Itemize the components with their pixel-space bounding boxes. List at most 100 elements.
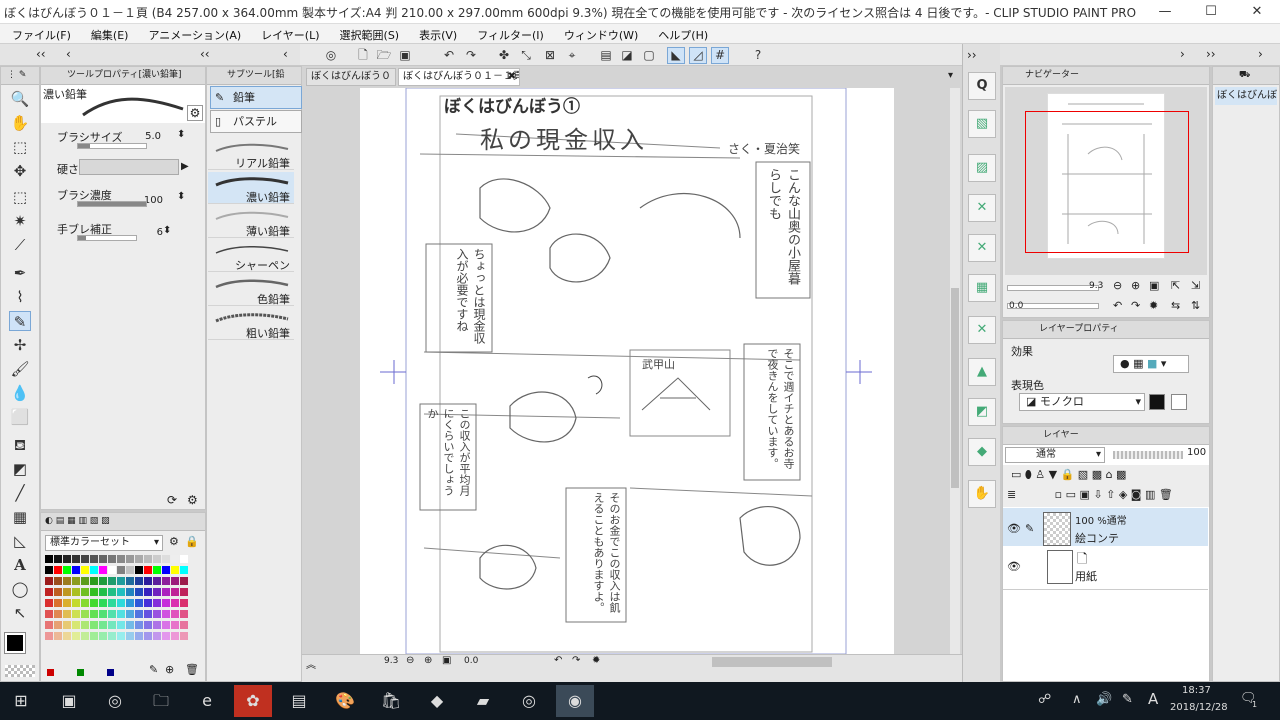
tray-chevron-icon[interactable]: ∧ [1072, 692, 1082, 707]
material-panel-icon-5[interactable]: ▦ [968, 274, 996, 302]
color-set-lock-icon[interactable]: 🔒 [185, 535, 199, 548]
save-icon[interactable]: ▣ [396, 47, 414, 64]
color-swatch[interactable] [171, 577, 179, 585]
rotate-left-icon[interactable]: ↶ [554, 655, 562, 666]
balloon-icon[interactable]: ◯ [9, 579, 31, 599]
color-swatch[interactable] [162, 621, 170, 629]
canvas-tab-1[interactable]: ぼくはびんぼう０１－１頁 ✖ [398, 68, 520, 86]
tool-settings-icon[interactable]: ⚙ [187, 493, 198, 507]
color-swatch[interactable] [81, 577, 89, 585]
material-panel-icon-8[interactable]: ◩ [968, 398, 996, 426]
selection-icon[interactable]: ⬚ [9, 187, 31, 207]
menu-animation[interactable]: アニメーション(A) [148, 24, 241, 43]
material-panel-icon-2[interactable]: ▨ [968, 154, 996, 182]
auto-select-icon[interactable]: ✷ [9, 211, 31, 231]
color-set-select[interactable]: 標準カラーセット ▾ [45, 535, 163, 551]
color-swatch[interactable] [54, 588, 62, 596]
store-icon[interactable]: 🛍 [372, 685, 410, 717]
snap-grid-icon[interactable]: # [711, 47, 729, 64]
transform-icon[interactable]: ⤡ [517, 47, 535, 64]
layer-tab[interactable]: レイヤー [1003, 427, 1209, 445]
color-swatch[interactable] [180, 555, 188, 563]
app-icon-7[interactable]: ◆ [418, 685, 456, 717]
layer-actions-toolbar[interactable]: ≣ ▫ ▭ ▣ ⇩ ⇧ ◈ ◙ ▥ 🗑 [1003, 485, 1209, 507]
color-swatch[interactable] [135, 555, 143, 563]
color-swatch[interactable] [180, 577, 188, 585]
tool-property-tab[interactable]: ツールプロパティ[濃い鉛筆] [41, 67, 205, 85]
brush-real-pencil[interactable]: リアル鉛筆 [208, 138, 294, 170]
app-icon-4[interactable]: ▤ [280, 685, 318, 717]
airbrush-icon[interactable]: ✢ [9, 335, 31, 355]
correct-line-icon[interactable]: ↖ [9, 603, 31, 623]
color-swatch[interactable] [54, 566, 62, 574]
color-swatch[interactable] [54, 632, 62, 640]
hardness-expand-icon[interactable]: ▶ [181, 161, 189, 172]
windows-start-icon[interactable]: ⊞ [2, 685, 40, 717]
color-swatch[interactable] [45, 588, 53, 596]
deselect-icon[interactable]: ⊠ [541, 47, 559, 64]
snap-ruler-icon[interactable]: ◣ [667, 47, 685, 64]
text-icon[interactable]: A [9, 555, 31, 575]
color-swatch[interactable] [81, 610, 89, 618]
color-swatch[interactable] [72, 555, 80, 563]
color-swatch[interactable] [81, 599, 89, 607]
color-swatch[interactable] [45, 599, 53, 607]
zoom-in-icon[interactable]: ⊕ [424, 655, 432, 666]
fit-view-icon[interactable]: ▣ [442, 655, 451, 666]
color-swatch[interactable] [117, 577, 125, 585]
color-swatch[interactable] [126, 632, 134, 640]
navigator-tab[interactable]: ナビゲーター [1003, 67, 1209, 85]
tab-list-icon[interactable]: ▾ [948, 70, 953, 81]
color-swatch[interactable] [63, 599, 71, 607]
subtool-group-pencil[interactable]: ✎ 鉛筆 [210, 86, 302, 109]
color-swatch[interactable] [90, 599, 98, 607]
brush-mechanical-pencil[interactable]: シャーペン [208, 240, 294, 272]
app-icon-red[interactable]: ✿ [234, 685, 272, 717]
expand-right-icon-3[interactable]: › [1258, 47, 1263, 61]
layer-row-paper[interactable]: 👁 🗋 用紙 [1003, 546, 1208, 590]
color-swatch[interactable] [144, 610, 152, 618]
app-icon-2[interactable]: ◎ [96, 685, 134, 717]
clip-studio-taskbar-icon[interactable]: ◉ [556, 685, 594, 717]
collapse-sub-icon[interactable]: ‹‹ [200, 47, 210, 61]
color-swatch[interactable] [54, 599, 62, 607]
color-swatch[interactable] [45, 577, 53, 585]
color-swatch[interactable] [81, 566, 89, 574]
color-swatch[interactable] [45, 555, 53, 563]
gradient-icon[interactable]: ◩ [9, 459, 31, 479]
color-swatch[interactable] [171, 566, 179, 574]
color-swatch[interactable] [72, 621, 80, 629]
material-panel-icon-6[interactable]: ✕ [968, 316, 996, 344]
sub-tool-tab[interactable]: サブツール[鉛 [207, 67, 301, 85]
color-swatch[interactable] [162, 577, 170, 585]
color-swatch[interactable] [99, 599, 107, 607]
color-swatch[interactable] [72, 610, 80, 618]
blend-icon[interactable]: 💧 [9, 383, 31, 403]
clear-icon[interactable]: ✤ [495, 47, 513, 64]
ruler-off-icon[interactable]: ◪ [618, 47, 636, 64]
navigator-zoom-slider[interactable] [1007, 285, 1099, 291]
color-swatch[interactable] [108, 577, 116, 585]
stabilization-value[interactable]: 6 [139, 227, 163, 238]
color-swatch[interactable] [90, 555, 98, 563]
color-swatch[interactable] [180, 610, 188, 618]
move-layer-icon[interactable]: ✥ [9, 161, 31, 181]
material-panel-icon-3[interactable]: ✕ [968, 194, 996, 222]
new-file-icon[interactable]: 🗋 [354, 47, 372, 64]
redo-icon[interactable]: ↷ [462, 47, 480, 64]
menu-edit[interactable]: 編集(E) [91, 24, 129, 43]
color-swatch[interactable] [135, 599, 143, 607]
color-swatch[interactable] [126, 599, 134, 607]
expand-right-icon[interactable]: › [1180, 47, 1185, 61]
color-swatch[interactable] [108, 566, 116, 574]
layer-property-tab[interactable]: レイヤープロパティ [1003, 321, 1209, 339]
color-swatch[interactable] [135, 577, 143, 585]
color-swatch[interactable] [144, 566, 152, 574]
effect-buttons[interactable]: ● ▦ ■ ▾ [1113, 355, 1189, 373]
color-swatch[interactable] [81, 632, 89, 640]
color-swatch[interactable] [99, 588, 107, 596]
color-swatch[interactable] [72, 566, 80, 574]
brush-light-pencil[interactable]: 薄い鉛筆 [208, 206, 294, 238]
stabilization-stepper[interactable]: ⬍ [163, 225, 171, 236]
color-swatch[interactable] [63, 566, 71, 574]
